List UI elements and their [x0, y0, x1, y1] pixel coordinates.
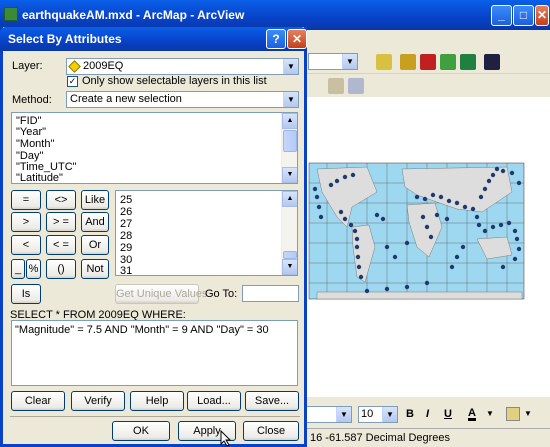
- dialog-title: Select By Attributes: [8, 32, 122, 46]
- maximize-button[interactable]: □: [513, 5, 534, 26]
- chevron-down-icon: ▼: [342, 54, 357, 69]
- not-equals-button[interactable]: <>: [46, 190, 76, 210]
- method-select[interactable]: Create a new selection ▼: [66, 91, 299, 108]
- unique-values-scrollbar[interactable]: ▲ ▼: [281, 191, 297, 275]
- status-bar: 16 -61.587 Decimal Degrees: [300, 428, 550, 447]
- layer-label: Layer:: [12, 60, 43, 72]
- chevron-up-icon[interactable]: ▲: [282, 191, 297, 207]
- field-item[interactable]: "Month": [16, 138, 54, 150]
- unique-values-list[interactable]: 25 26 27 28 29 30 31 ▲ ▼: [115, 190, 298, 276]
- unique-value-item[interactable]: 28: [120, 230, 132, 242]
- font-name-combo[interactable]: ▼: [306, 406, 352, 423]
- expression-text: "Magnitude" = 7.5 AND "Month" = 9 AND "D…: [15, 324, 269, 336]
- and-button[interactable]: And: [81, 212, 109, 232]
- world-map: [308, 162, 525, 300]
- method-label: Method:: [12, 94, 52, 106]
- dialog-titlebar: Select By Attributes: [0, 27, 307, 51]
- editor-pencil-icon[interactable]: [376, 54, 392, 70]
- unique-value-item[interactable]: 26: [120, 206, 132, 218]
- fields-scrollbar[interactable]: ▲ ▼: [281, 113, 297, 183]
- not-button[interactable]: Not: [81, 259, 109, 279]
- map-display[interactable]: [306, 97, 550, 397]
- underline-button[interactable]: U: [444, 408, 452, 420]
- font-size-value: 10: [361, 408, 374, 420]
- mouse-cursor-icon: [220, 430, 232, 447]
- only-selectable-checkbox[interactable]: ✓: [67, 76, 78, 87]
- unique-value-item[interactable]: 25: [120, 194, 132, 206]
- arctoolbox-icon[interactable]: [420, 54, 436, 70]
- underscore-button[interactable]: _: [11, 259, 25, 279]
- model-builder-icon[interactable]: [440, 54, 456, 70]
- font-color-button[interactable]: A: [468, 408, 476, 421]
- clear-button[interactable]: Clear: [11, 391, 65, 411]
- italic-button[interactable]: I: [426, 408, 429, 420]
- verify-button[interactable]: Verify: [71, 391, 125, 411]
- unique-value-item[interactable]: 29: [120, 242, 132, 254]
- expression-textarea[interactable]: "Magnitude" = 7.5 AND "Month" = 9 AND "D…: [11, 320, 298, 386]
- help-button[interactable]: Help: [130, 391, 184, 411]
- fields-list[interactable]: "FID" "Year" "Month" "Day" "Time_UTC" "L…: [11, 112, 298, 184]
- only-selectable-label: Only show selectable layers in this list: [82, 75, 267, 87]
- less-than-button[interactable]: <: [11, 235, 41, 255]
- tools-toolbar: ▼: [300, 50, 550, 74]
- close-button[interactable]: Close: [243, 421, 299, 441]
- scale-combo[interactable]: ▼: [308, 53, 358, 70]
- chevron-up-icon[interactable]: ▲: [282, 113, 297, 129]
- chevron-down-icon: ▼: [283, 92, 298, 107]
- minimize-button[interactable]: _: [491, 5, 512, 26]
- fill-color-icon[interactable]: [506, 407, 520, 421]
- arcmap-app-icon: [4, 7, 18, 21]
- parentheses-button[interactable]: (): [46, 259, 76, 279]
- equals-button[interactable]: =: [11, 190, 41, 210]
- main-close-button[interactable]: ✕: [535, 5, 549, 26]
- less-equal-button[interactable]: < =: [46, 235, 76, 255]
- chevron-down-icon[interactable]: ▼: [282, 167, 297, 183]
- chevron-down-icon: ▼: [336, 407, 351, 422]
- or-button[interactable]: Or: [81, 235, 109, 255]
- chevron-down-icon[interactable]: ▼: [524, 409, 532, 418]
- like-button[interactable]: Like: [81, 190, 109, 210]
- python-icon[interactable]: [460, 54, 476, 70]
- greater-equal-button[interactable]: > =: [46, 212, 76, 232]
- method-value: Create a new selection: [70, 93, 182, 105]
- arccatalog-icon[interactable]: [400, 54, 416, 70]
- layer-value: 2009EQ: [83, 60, 124, 72]
- field-item[interactable]: "Latitude": [16, 172, 63, 183]
- arcmap-title: earthquakeAM.mxd - ArcMap - ArcView: [22, 8, 245, 22]
- unique-value-item[interactable]: 27: [120, 218, 132, 230]
- load-button[interactable]: Load...: [187, 391, 241, 411]
- whats-this-icon[interactable]: [484, 54, 500, 70]
- font-size-combo[interactable]: 10 ▼: [358, 406, 398, 423]
- scroll-thumb[interactable]: [283, 130, 297, 152]
- scroll-thumb[interactable]: [283, 251, 297, 259]
- field-item[interactable]: "Year": [16, 126, 46, 138]
- text-formatting-toolbar: ▼ 10 ▼ B I U A ▼ ▼: [300, 403, 550, 427]
- point-layer-icon: [68, 60, 81, 73]
- percent-button[interactable]: %: [26, 259, 41, 279]
- chevron-down-icon: ▼: [382, 407, 397, 422]
- chevron-down-icon[interactable]: ▼: [282, 259, 297, 275]
- unique-value-item[interactable]: 31: [120, 265, 132, 275]
- chevron-down-icon: ▼: [283, 59, 298, 74]
- chevron-down-icon[interactable]: ▼: [486, 409, 494, 418]
- hyperlink-icon[interactable]: [348, 78, 364, 94]
- dialog-help-button[interactable]: ?: [266, 29, 286, 49]
- arcmap-titlebar: earthquakeAM.mxd - ArcMap - ArcView _ □ …: [0, 0, 550, 30]
- bold-button[interactable]: B: [406, 408, 414, 420]
- status-coordinates: 16 -61.587 Decimal Degrees: [310, 432, 451, 444]
- get-unique-values-button[interactable]: Get Unique Values: [115, 284, 208, 304]
- greater-than-button[interactable]: >: [11, 212, 41, 232]
- goto-label: Go To:: [205, 288, 238, 300]
- dialog-separator: [10, 416, 300, 418]
- dialog-close-button[interactable]: ✕: [287, 29, 307, 49]
- goto-input[interactable]: [242, 285, 299, 302]
- is-button[interactable]: Is: [11, 284, 41, 304]
- layer-select[interactable]: 2009EQ ▼: [66, 58, 299, 75]
- find-route-icon[interactable]: [328, 78, 344, 94]
- ok-button[interactable]: OK: [112, 421, 170, 441]
- layout-toolbar: [300, 74, 550, 98]
- save-button[interactable]: Save...: [245, 391, 299, 411]
